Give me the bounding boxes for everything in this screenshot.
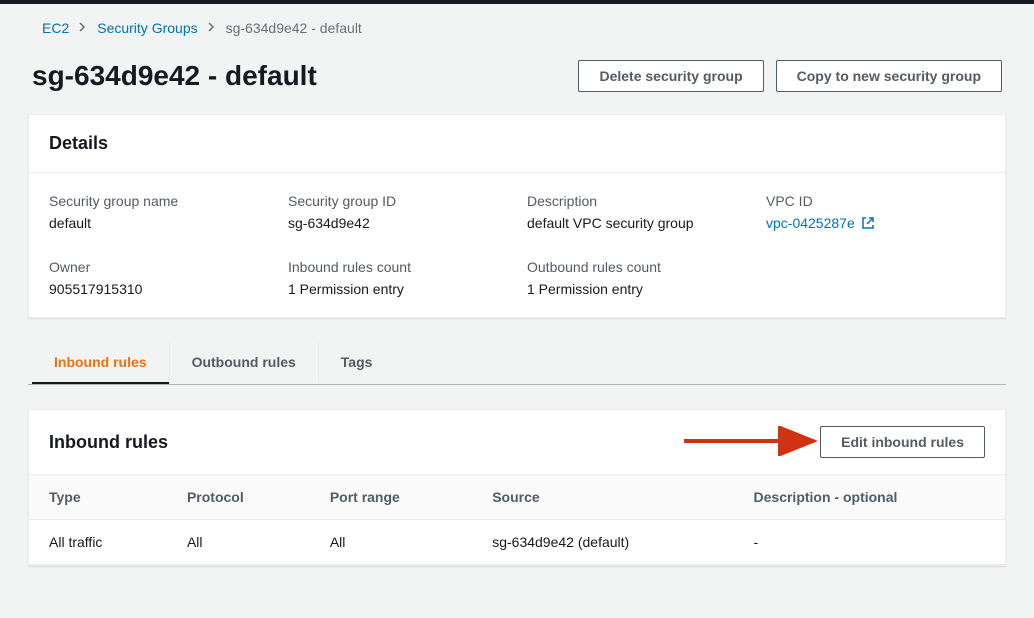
detail-label: Outbound rules count (527, 259, 746, 275)
breadcrumb-current: sg-634d9e42 - default (226, 20, 362, 36)
detail-label: Description (527, 193, 746, 209)
detail-outbound-rules-count: Outbound rules count 1 Permission entry (527, 259, 746, 297)
inbound-rules-panel: Inbound rules Edit inbound rules Type Pr… (28, 409, 1006, 566)
breadcrumb: EC2 Security Groups sg-634d9e42 - defaul… (28, 4, 1006, 60)
detail-label: Inbound rules count (288, 259, 507, 275)
inbound-rules-table: Type Protocol Port range Source Descript… (29, 475, 1005, 565)
column-description: Description - optional (734, 475, 1005, 520)
detail-description: Description default VPC security group (527, 193, 746, 231)
main-container: EC2 Security Groups sg-634d9e42 - defaul… (0, 4, 1034, 618)
cell-protocol: All (167, 520, 310, 565)
cell-type: All traffic (29, 520, 167, 565)
copy-to-new-security-group-button[interactable]: Copy to new security group (776, 60, 1002, 92)
details-grid: Security group name default Security gro… (29, 173, 1005, 317)
chevron-right-icon (79, 21, 87, 35)
details-panel-header: Details (29, 115, 1005, 173)
detail-inbound-rules-count: Inbound rules count 1 Permission entry (288, 259, 507, 297)
details-panel: Details Security group name default Secu… (28, 114, 1006, 318)
page-title: sg-634d9e42 - default (32, 60, 317, 92)
table-row: All traffic All All sg-634d9e42 (default… (29, 520, 1005, 565)
cell-description: - (734, 520, 1005, 565)
delete-security-group-button[interactable]: Delete security group (578, 60, 763, 92)
detail-value: 1 Permission entry (527, 281, 746, 297)
column-type: Type (29, 475, 167, 520)
breadcrumb-link-security-groups[interactable]: Security Groups (97, 20, 197, 36)
page-header: sg-634d9e42 - default Delete security gr… (28, 60, 1006, 92)
detail-label: Owner (49, 259, 268, 275)
detail-security-group-id: Security group ID sg-634d9e42 (288, 193, 507, 231)
detail-vpc-id: VPC ID vpc-0425287e (766, 193, 985, 231)
breadcrumb-link-ec2[interactable]: EC2 (42, 20, 69, 36)
detail-value: sg-634d9e42 (288, 215, 507, 231)
detail-label: Security group ID (288, 193, 507, 209)
column-protocol: Protocol (167, 475, 310, 520)
detail-owner: Owner 905517915310 (49, 259, 268, 297)
tab-tags[interactable]: Tags (318, 342, 395, 384)
vpc-id-link[interactable]: vpc-0425287e (766, 215, 985, 231)
column-port-range: Port range (310, 475, 472, 520)
detail-value: default (49, 215, 268, 231)
vpc-id-text: vpc-0425287e (766, 215, 855, 231)
cell-source: sg-634d9e42 (default) (472, 520, 733, 565)
table-header-row: Type Protocol Port range Source Descript… (29, 475, 1005, 520)
detail-value: 1 Permission entry (288, 281, 507, 297)
detail-value: default VPC security group (527, 215, 746, 231)
detail-label: Security group name (49, 193, 268, 209)
external-link-icon (861, 216, 875, 230)
tabs: Inbound rules Outbound rules Tags (28, 342, 1006, 385)
detail-value: 905517915310 (49, 281, 268, 297)
detail-security-group-name: Security group name default (49, 193, 268, 231)
edit-inbound-rules-button[interactable]: Edit inbound rules (820, 426, 985, 458)
chevron-right-icon (208, 21, 216, 35)
header-actions: Delete security group Copy to new securi… (578, 60, 1002, 92)
column-source: Source (472, 475, 733, 520)
detail-label: VPC ID (766, 193, 985, 209)
tab-inbound-rules[interactable]: Inbound rules (32, 342, 169, 384)
inbound-rules-title: Inbound rules (49, 432, 168, 453)
cell-port-range: All (310, 520, 472, 565)
inbound-rules-header: Inbound rules Edit inbound rules (29, 410, 1005, 475)
tab-outbound-rules[interactable]: Outbound rules (169, 342, 318, 384)
